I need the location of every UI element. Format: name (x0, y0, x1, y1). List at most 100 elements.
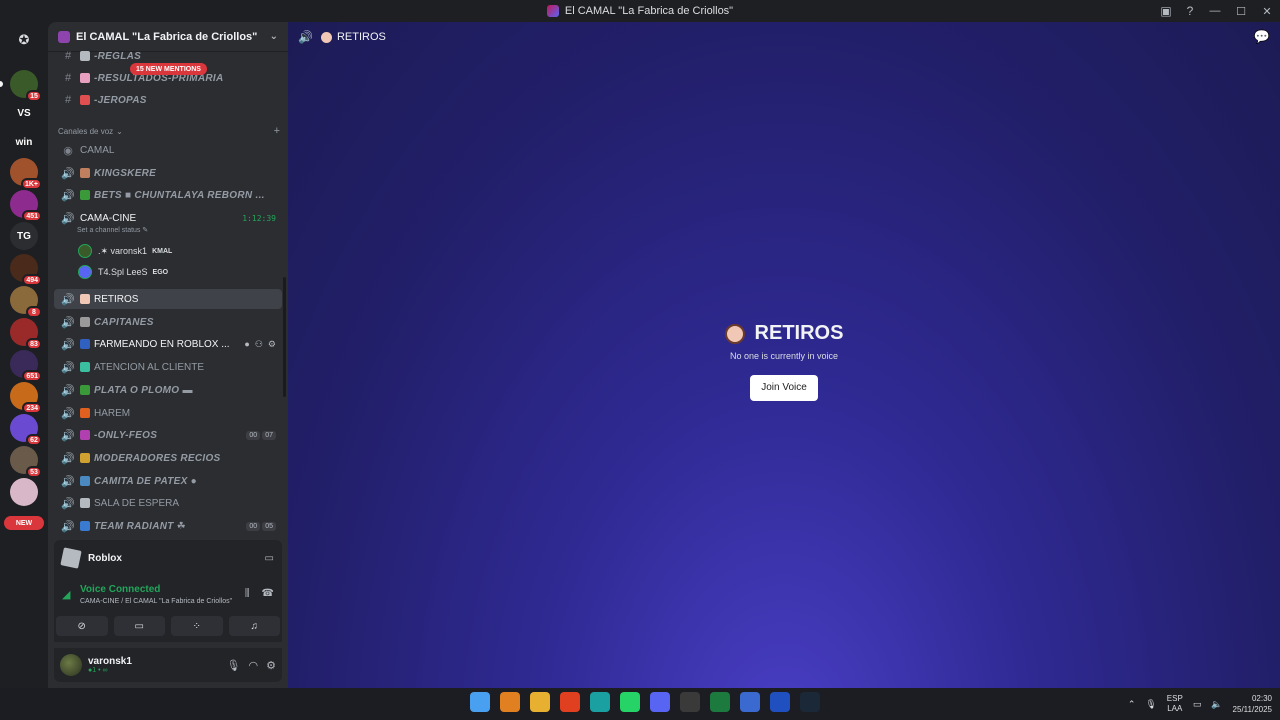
join-voice-button[interactable]: Join Voice (750, 375, 818, 401)
disconnect-icon[interactable]: ☎ (262, 588, 274, 599)
invite-icon[interactable]: ⚇ (255, 339, 263, 350)
settings-gear-icon[interactable]: ⚙ (266, 659, 276, 672)
settings-gear-icon[interactable]: ⚙ (268, 339, 276, 350)
sidebar-scrollbar[interactable] (283, 277, 286, 397)
explorer-icon[interactable] (530, 692, 550, 712)
server-icon[interactable]: 15 (0, 70, 42, 102)
voice-channel-item[interactable]: 🔊 CAMA-CINE 1:12:39 (54, 208, 282, 228)
brave-icon[interactable] (560, 692, 580, 712)
help-icon[interactable]: ? (1178, 0, 1202, 22)
voice-user-item[interactable]: .✶ varonsk1 KMAL (78, 242, 172, 260)
voice-user-item[interactable]: T4.Spl LeeS EGO (78, 263, 168, 281)
voice-channel-item[interactable]: 🔊 -ONLY-FEOS 00 07 (54, 425, 282, 445)
channel-name: BETS ■ CHUNTALAYA REBORN ... (94, 189, 265, 201)
user-panel: varonsk1 ●1 • ∞ 🎙 ◠ ⚙ (54, 648, 282, 682)
roblox-icon[interactable] (770, 692, 790, 712)
text-channel-item[interactable]: # -JEROPAS (54, 90, 282, 110)
server-icon[interactable]: 8 (10, 286, 42, 318)
mention-badge: 62 (26, 434, 42, 446)
app-circle-icon[interactable] (680, 692, 700, 712)
excel-icon[interactable] (710, 692, 730, 712)
close-button[interactable]: ✕ (1254, 0, 1280, 22)
app-orange-icon[interactable] (500, 692, 520, 712)
channel-name: -ONLY-FEOS (94, 429, 158, 441)
server-icon[interactable]: 234 (10, 382, 42, 414)
activities-button[interactable]: ⁘ (171, 616, 223, 636)
voice-channel-item[interactable]: 🔊 ATENCION AL CLIENTE (54, 357, 282, 377)
server-icon[interactable]: 451 (10, 190, 42, 222)
inbox-icon[interactable]: ▣ (1154, 0, 1178, 22)
server-icon[interactable]: 83 (10, 318, 42, 350)
server-icon[interactable]: 62 (10, 414, 42, 446)
mention-badge: 494 (22, 274, 42, 286)
voice-channel-item[interactable]: ◉ CAMAL (54, 140, 282, 160)
voice-channel-view: 🔊 RETIROS 💬 RETIROS No one is currently … (288, 22, 1280, 688)
voice-location[interactable]: CAMA-CINE / El CAMAL "La Fabrica de Crio… (80, 598, 232, 605)
volume-icon[interactable]: 🔈 (1211, 699, 1222, 710)
voice-channel-item[interactable]: 🔊 FARMEANDO EN ROBLOX ... ● ⚇ ⚙ (54, 334, 282, 354)
start-icon[interactable] (470, 692, 490, 712)
stream-icon[interactable]: ▭ (265, 553, 274, 564)
channel-name: RETIROS (336, 31, 386, 43)
server-icon[interactable]: 651 (10, 350, 42, 382)
avatar[interactable] (60, 654, 82, 676)
channel-name: FARMEANDO EN ROBLOX ... (94, 338, 230, 350)
chevron-up-icon[interactable]: ⌃ (1128, 699, 1136, 710)
camera-off-button[interactable]: ⊘ (56, 616, 108, 636)
server-icon[interactable]: 494 (10, 254, 42, 286)
server-icon[interactable] (10, 478, 38, 506)
voice-channel-item[interactable]: 🔊 SALA DE ESPERA (54, 493, 282, 513)
maximize-button[interactable]: ☐ (1228, 0, 1254, 22)
unread-indicator (0, 81, 3, 87)
microphone-icon[interactable]: 🎙 (1145, 699, 1156, 710)
edge-icon[interactable] (590, 692, 610, 712)
screen-share-button[interactable]: ▭ (113, 616, 165, 636)
new-servers-badge[interactable]: NEW (4, 516, 44, 530)
voice-status[interactable]: Voice Connected (80, 584, 160, 595)
server-logo-icon (546, 5, 559, 17)
speaker-icon: 🔊 (298, 30, 313, 44)
username[interactable]: varonsk1 (88, 656, 132, 667)
mention-badge: 651 (22, 370, 42, 382)
voice-channel-item[interactable]: 🔊 CAMITA DE PATEX ● (54, 471, 282, 491)
channel-name: RETIROS (94, 293, 139, 305)
discord-home-icon[interactable]: ✪ (10, 26, 38, 54)
microphone-icon[interactable]: 🎙 (227, 659, 241, 672)
server-icon[interactable]: 53 (10, 446, 42, 478)
steam-icon[interactable] (800, 692, 820, 712)
discord-icon[interactable] (650, 692, 670, 712)
notepad-icon[interactable] (740, 692, 760, 712)
voice-channel-item[interactable]: 🔊 HAREM (54, 403, 282, 423)
chat-icon[interactable]: ● (244, 339, 249, 350)
network-icon[interactable]: ▭ (1193, 699, 1202, 710)
chevron-down-icon[interactable]: ⌄ (270, 31, 278, 42)
server-icon[interactable]: VS (10, 99, 38, 127)
channel-emoji-icon (80, 430, 90, 440)
avatar (78, 244, 92, 258)
language-indicator[interactable]: ESP LAA (1167, 694, 1183, 714)
voice-channel-item[interactable]: 🔊 MODERADORES RECIOS (54, 448, 282, 468)
voice-channel-item[interactable]: 🔊 BETS ■ CHUNTALAYA REBORN ... (54, 185, 282, 205)
whatsapp-icon[interactable] (620, 692, 640, 712)
signal-icon[interactable]: ◢ (62, 588, 70, 601)
voice-channel-item[interactable]: 🔊 KINGSKERE (54, 163, 282, 183)
channel-status-placeholder[interactable]: Set a channel status ✎ (77, 226, 148, 234)
server-icon[interactable]: 1K+ (10, 158, 42, 190)
speaker-icon: 🔊 (61, 520, 75, 533)
chat-icon[interactable]: 💬 (1254, 29, 1270, 45)
add-channel-icon[interactable]: + (274, 125, 280, 137)
speaker-icon: 🔊 (61, 407, 75, 420)
headphones-icon[interactable]: ◠ (249, 659, 259, 672)
noise-suppression-icon[interactable]: ⫼ (245, 588, 250, 599)
voice-channel-item[interactable]: 🔊 RETIROS (54, 289, 282, 309)
voice-channel-item[interactable]: 🔊 PLATA O PLOMO ▬ (54, 380, 282, 400)
soundboard-button[interactable]: ♫ (228, 616, 280, 636)
clock[interactable]: 02:30 25/11/2025 (1233, 693, 1272, 715)
server-icon[interactable]: win (10, 128, 38, 156)
new-mentions-pill[interactable]: 15 NEW MENTIONS (130, 63, 207, 75)
minimize-button[interactable]: — (1202, 0, 1228, 22)
voice-channel-item[interactable]: 🔊 TEAM RADIANT ☘ 00 05 (54, 516, 282, 536)
voice-channel-item[interactable]: 🔊 CAPITANES (54, 312, 282, 332)
server-icon[interactable]: TG (10, 222, 38, 250)
voice-channels-category[interactable]: Canales de voz ⌄ + (58, 124, 280, 138)
